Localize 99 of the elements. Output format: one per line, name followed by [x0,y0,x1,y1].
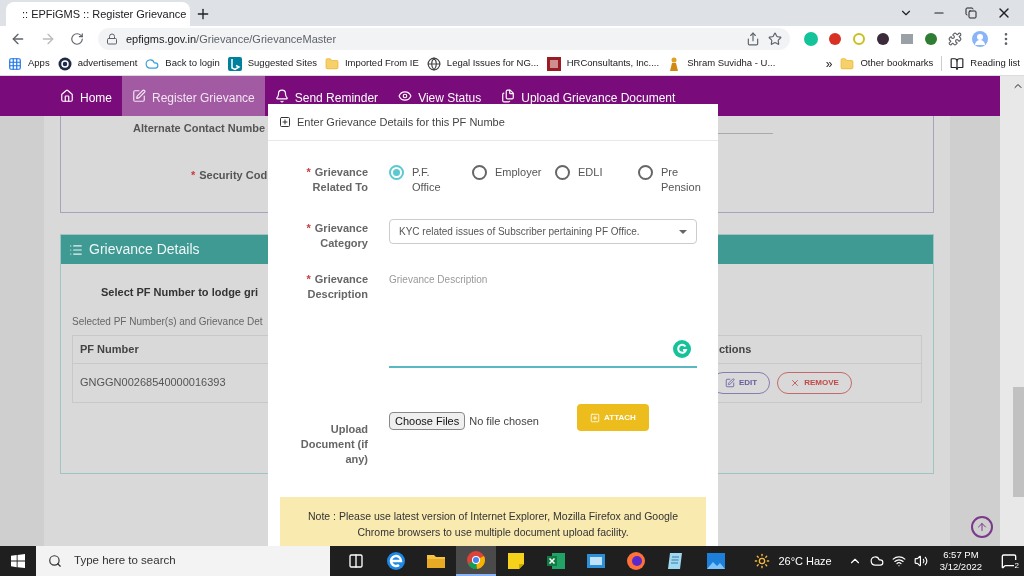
search-icon [48,554,62,568]
windows-start-icon[interactable] [11,554,25,568]
bookmark[interactable]: Other bookmarks [840,56,934,71]
section-title: Grievance Details [89,240,200,259]
restore-icon[interactable] [965,7,977,19]
reload-icon[interactable] [70,32,84,46]
app-window-icon [586,551,606,571]
required-mark: * [306,222,311,234]
bookmark[interactable]: Back to login [145,56,220,71]
field-label: * Grievance Description [305,272,368,302]
notification-icon [1001,553,1017,569]
taskbar-search-field[interactable]: Type here to search [36,546,330,576]
list-icon [69,242,83,257]
bookmark[interactable]: advertisement [57,56,138,71]
caption: Selected PF Number(s) and Grievance Det [72,314,263,329]
bookmarks-overflow[interactable]: » [825,54,833,73]
column-header: ctions [719,341,752,357]
bing-logo-icon [227,56,242,71]
logo-icon [546,56,561,71]
nav-link[interactable]: Register Grievance [122,76,265,116]
address-bar[interactable]: epfigms.gov.in/Grievance/GrievanceMaster [98,28,790,50]
back-icon[interactable] [10,31,26,47]
documents-icon [501,89,516,103]
required-mark: * [306,166,311,178]
edit-icon [725,377,735,388]
bookmark[interactable]: Imported From IE [324,56,419,71]
select-prompt: Select PF Number to lodge gri [101,285,259,300]
plus-icon [279,116,291,128]
bookmark[interactable]: Legal Issues for NG... [426,56,539,71]
clock[interactable]: 6:57 PM 3/12/2022 [935,549,986,573]
required-mark: * [191,168,196,181]
wifi-icon[interactable] [891,554,906,568]
bookmark-star-icon[interactable] [768,32,782,46]
extensions-icon[interactable] [948,32,962,46]
apps-grid-icon [8,56,22,71]
spreadsheet-icon [546,551,566,571]
folder-icon [324,56,339,71]
nav-link[interactable]: Home [50,76,122,116]
notification-button[interactable]: 2 [994,546,1024,576]
bell-icon [274,89,289,103]
firefox-icon [626,551,646,571]
speaker-icon[interactable] [913,554,928,568]
url-text: epfigms.gov.in/Grievance/GrievanceMaster [126,31,337,47]
field-label: Alternate Contact Numbe [133,121,266,136]
field-label: * Grievance Related To [305,165,368,195]
radio-option[interactable]: P.F. Office [389,165,472,195]
lock-icon [106,33,118,45]
category-select[interactable]: KYC related issues of Subscriber pertaining PF Office. [389,219,697,244]
required-mark: * [306,273,311,285]
note-text: Note : Please use latest version of Internet Explorer, Mozilla Firefox and Google Chrome browsers to use multiple document upload facility. [307,509,679,540]
reading-list[interactable]: Reading list [941,56,1020,71]
grammar-assistant-icon [673,340,691,358]
tab-title: :: EPFiGMS :: Register Grievance [22,6,187,22]
weather-text: 26°C Haze [778,553,832,569]
browser-tab[interactable]: :: EPFiGMS :: Register Grievance [6,2,190,26]
reading-list-icon [950,56,965,71]
radio-button[interactable] [555,165,570,180]
close-icon [790,377,801,388]
task-view-icon [348,553,364,569]
eye-icon [398,89,413,103]
browser-icon [386,551,406,571]
edit-icon [132,89,146,103]
bookmark[interactable]: HRConsultants, Inc.... [546,56,660,71]
field-label: * Grievance Category [305,221,368,251]
radio-option[interactable]: EDLI [555,165,638,195]
table-cell-text: GNGGN00268540000016393 [80,375,227,391]
chrome-icon [466,550,486,570]
modal-title: Enter Grievance Details for this PF Numbe [297,114,505,130]
column-header: PF Number [80,341,140,357]
scrollbar-thumb[interactable] [1013,387,1024,497]
plus-icon [590,412,601,423]
bookmark[interactable]: Apps [8,56,50,71]
share-icon[interactable] [746,32,760,46]
scroll-top-button[interactable] [971,516,993,538]
home-icon [60,89,74,103]
file-status: No file chosen [469,414,539,429]
cloud-icon[interactable] [869,554,884,568]
field-label: * Security Cod [191,167,268,183]
bookmark[interactable]: Shram Suvidha - U... [667,56,776,71]
radio-button[interactable] [389,165,404,180]
radio-button[interactable] [472,165,487,180]
nav-link[interactable]: View Status [388,76,492,116]
field-label: Upload Document (if any) [299,422,368,467]
radio-button[interactable] [638,165,653,180]
radio-option[interactable]: Employer [472,165,555,195]
extension-icon[interactable] [876,32,890,46]
cloud-icon [145,56,160,71]
choose-files-button[interactable]: Choose Files [389,412,466,430]
folder-icon [840,56,855,71]
circle-logo-icon [57,56,72,71]
new-tab-icon[interactable] [195,6,211,22]
radio-option[interactable]: Pre Pension [638,165,708,195]
sticky-note-icon [506,551,526,571]
nav-link[interactable]: Send Reminder [264,76,389,116]
nav-link[interactable]: Upload Grievance Document [491,76,686,116]
photos-icon [706,551,726,571]
weather-icon [754,553,771,569]
globe-icon [426,56,441,71]
bookmark[interactable]: Suggested Sites [227,56,317,71]
